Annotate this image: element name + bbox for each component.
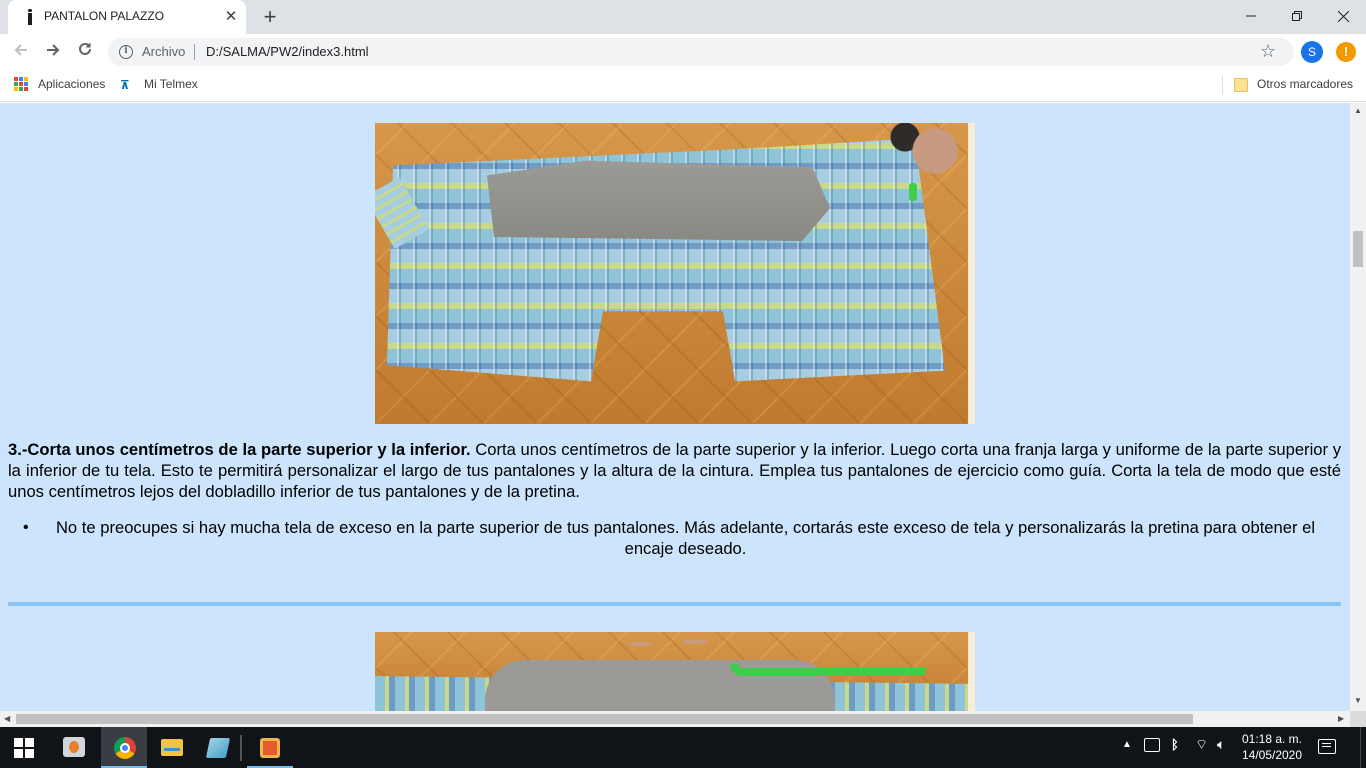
profile-avatar[interactable]: S — [1301, 41, 1323, 63]
bookmark-apps[interactable]: Aplicaciones — [38, 77, 105, 91]
tab-strip: PANTALON PALAZZO ✕ + — [0, 0, 1366, 34]
media-player-icon — [63, 737, 85, 757]
scrollbar-corner — [1350, 711, 1366, 727]
arrow-right-icon — [47, 44, 60, 56]
bookmarks-divider — [1222, 76, 1223, 94]
horizontal-scrollbar[interactable]: ◀ ▶ — [0, 711, 1350, 727]
reload-button[interactable] — [72, 39, 98, 65]
tab-title: PANTALON PALAZZO — [44, 9, 165, 23]
address-scheme-label: Archivo — [142, 44, 186, 59]
minimize-icon — [1246, 15, 1256, 17]
address-bar[interactable]: i Archivo D:/SALMA/PW2/index3.html ☆ — [108, 38, 1294, 66]
tips-list: • No te preocupes si hay mucha tela de e… — [8, 517, 1341, 559]
page-favicon-icon — [22, 9, 38, 25]
arrow-left-icon — [14, 44, 27, 56]
app-icon — [205, 738, 231, 758]
show-desktop-button[interactable] — [1360, 727, 1366, 768]
scroll-up-icon[interactable]: ▲ — [1353, 106, 1363, 115]
info-icon[interactable]: i — [119, 45, 133, 59]
wifi-icon[interactable]: ⌔ — [1195, 736, 1208, 768]
bookmarks-bar: Aplicaciones ⊼ Mi Telmex Otros marcadore… — [0, 70, 1366, 102]
taskbar-clock[interactable]: 01:18 a. m. 14/05/2020 — [1232, 731, 1312, 763]
app-icon — [260, 738, 280, 758]
start-button[interactable] — [0, 727, 48, 768]
page-content: 3.-Corta unos centímetros de la parte su… — [0, 103, 1350, 711]
vertical-scrollbar[interactable]: ▲ ▼ — [1350, 103, 1366, 711]
taskbar-chrome[interactable] — [101, 727, 147, 768]
close-tab-icon[interactable]: ✕ — [222, 8, 240, 26]
show-hidden-icons-icon[interactable]: ▲ — [1122, 739, 1132, 768]
bookmark-mi-telmex[interactable]: Mi Telmex — [144, 77, 198, 91]
browser-toolbar: i Archivo D:/SALMA/PW2/index3.html ☆ S ! — [0, 34, 1366, 70]
back-button[interactable] — [8, 39, 34, 65]
clock-date: 14/05/2020 — [1241, 748, 1303, 762]
feet — [620, 632, 720, 656]
taskbar-file-explorer[interactable] — [149, 727, 195, 768]
scroll-down-icon[interactable]: ▼ — [1353, 696, 1363, 705]
bullet-icon: • — [23, 519, 29, 536]
step-photo-cut-fabric — [375, 123, 975, 424]
section-divider — [8, 602, 1341, 606]
restore-button[interactable] — [1274, 4, 1320, 28]
clock-time: 01:18 a. m. — [1241, 732, 1303, 746]
taskbar-separator — [240, 735, 242, 761]
minimize-button[interactable] — [1228, 4, 1274, 28]
volume-icon[interactable]: 🔈︎ — [1217, 736, 1225, 768]
list-item: • No te preocupes si hay mucha tela de e… — [8, 517, 1341, 559]
restore-icon — [1292, 11, 1302, 21]
notifications-icon[interactable] — [1318, 739, 1336, 754]
close-icon — [1337, 10, 1349, 23]
next-step-photo — [375, 632, 975, 711]
new-tab-button[interactable]: + — [258, 6, 282, 28]
tip-text: No te preocupes si hay mucha tela de exc… — [55, 518, 1316, 558]
reload-icon — [79, 42, 91, 55]
taskbar-media-player[interactable] — [51, 727, 97, 768]
green-cut-mark — [909, 183, 917, 201]
telmex-logo-icon: ⊼ — [120, 78, 130, 92]
horizontal-scroll-thumb[interactable] — [16, 714, 1193, 724]
taskbar-open-app[interactable] — [247, 727, 293, 768]
chrome-icon — [114, 737, 136, 759]
taskbar-app[interactable] — [195, 727, 241, 768]
close-window-button[interactable] — [1320, 4, 1366, 28]
file-explorer-icon — [161, 739, 183, 756]
apps-grid-icon[interactable] — [14, 77, 28, 91]
green-cut-line — [730, 664, 925, 676]
vertical-scroll-thumb[interactable] — [1353, 231, 1363, 267]
step-paragraph: 3.-Corta unos centímetros de la parte su… — [8, 439, 1341, 502]
step-heading: 3.-Corta unos centímetros de la parte su… — [8, 440, 471, 459]
scroll-left-icon[interactable]: ◀ — [4, 714, 10, 723]
bluetooth-icon[interactable]: ᛒ — [1171, 737, 1179, 768]
hands-cutting — [875, 123, 968, 193]
folder-icon — [1234, 78, 1248, 92]
address-separator — [194, 44, 195, 60]
browser-tab[interactable]: PANTALON PALAZZO ✕ — [8, 0, 246, 34]
gray-sweatpants — [487, 160, 830, 241]
windows-logo-icon — [14, 738, 34, 758]
bookmark-other-folder[interactable]: Otros marcadores — [1257, 77, 1353, 91]
update-alert-icon[interactable]: ! — [1336, 42, 1356, 62]
star-icon[interactable]: ☆ — [1260, 41, 1276, 62]
network-icon[interactable] — [1144, 738, 1160, 752]
address-url[interactable]: D:/SALMA/PW2/index3.html — [206, 44, 369, 59]
windows-taskbar: ▲ ᛒ ⌔ 🔈︎ 01:18 a. m. 14/05/2020 — [0, 727, 1366, 768]
forward-button[interactable] — [40, 39, 66, 65]
scroll-right-icon[interactable]: ▶ — [1338, 714, 1344, 723]
